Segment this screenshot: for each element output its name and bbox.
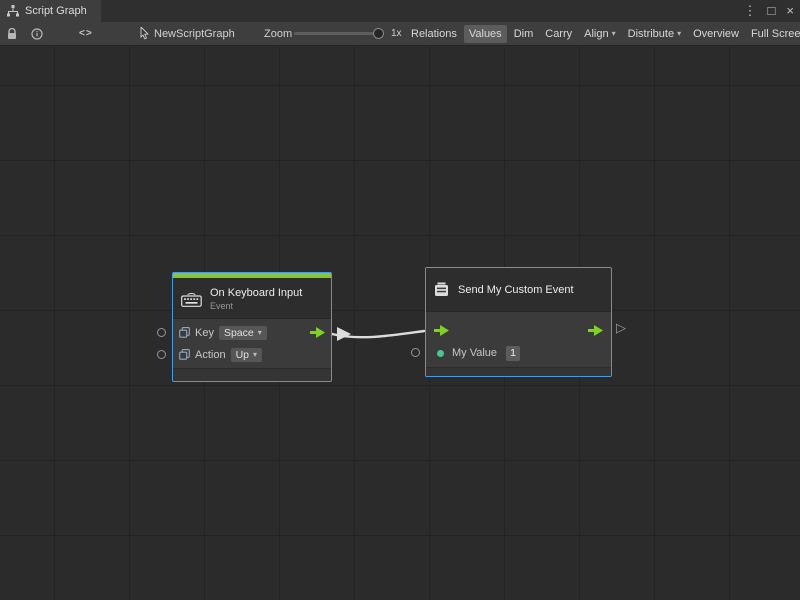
my-value-input[interactable] bbox=[506, 346, 520, 361]
my-value-port-row: My Value bbox=[434, 343, 603, 363]
key-input-port[interactable] bbox=[157, 328, 166, 337]
node-header[interactable]: Send My Custom Event bbox=[426, 268, 611, 312]
node-title: Send My Custom Event bbox=[458, 284, 574, 296]
keyboard-icon bbox=[181, 291, 202, 307]
action-input-port[interactable] bbox=[157, 350, 166, 359]
flow-port-row bbox=[434, 320, 603, 340]
overview-button[interactable]: Overview bbox=[688, 25, 744, 43]
node-footer bbox=[173, 368, 331, 382]
unit-icon bbox=[179, 327, 190, 338]
script-graph-icon bbox=[7, 5, 19, 17]
window-titlebar: Script Graph ⋮ □ × bbox=[0, 0, 800, 22]
action-dropdown[interactable]: Up ▾ bbox=[231, 348, 262, 362]
chevron-down-icon: ▾ bbox=[258, 328, 262, 337]
port-label: Key bbox=[195, 327, 214, 339]
toolbar-button-group: Relations Values Dim Carry Align ▾ Distr… bbox=[406, 22, 800, 45]
value-port-dot-icon[interactable] bbox=[437, 350, 444, 357]
node-header[interactable]: On Keyboard Input Event bbox=[173, 279, 331, 319]
flow-output-port-icon[interactable] bbox=[588, 325, 603, 336]
zoom-slider-knob[interactable] bbox=[373, 28, 384, 39]
key-port-row: Key Space ▾ bbox=[179, 323, 325, 342]
graph-toolbar: <> NewScriptGraph Zoom 1x Relations Valu… bbox=[0, 22, 800, 46]
chain-triangle-icon[interactable]: ▷ bbox=[616, 320, 626, 336]
tab-script-graph[interactable]: Script Graph bbox=[0, 0, 101, 22]
carry-button[interactable]: Carry bbox=[540, 25, 577, 43]
dim-button[interactable]: Dim bbox=[509, 25, 539, 43]
tab-label: Script Graph bbox=[25, 5, 87, 17]
zoom-label: Zoom bbox=[264, 22, 292, 45]
key-dropdown[interactable]: Space ▾ bbox=[219, 326, 267, 340]
maximize-icon[interactable]: □ bbox=[768, 0, 776, 22]
node-body: My Value bbox=[426, 312, 611, 367]
action-port-row: Action Up ▾ bbox=[179, 345, 325, 364]
graph-name: NewScriptGraph bbox=[154, 28, 235, 40]
node-footer bbox=[426, 367, 611, 377]
my-value-input-port[interactable] bbox=[411, 348, 420, 357]
port-label: My Value bbox=[452, 347, 497, 359]
node-subtitle: Event bbox=[210, 301, 302, 311]
distribute-button[interactable]: Distribute ▾ bbox=[623, 25, 686, 43]
flow-input-port-icon[interactable] bbox=[434, 325, 449, 336]
cursor-icon bbox=[140, 27, 149, 40]
align-button[interactable]: Align ▾ bbox=[579, 25, 620, 43]
info-icon[interactable] bbox=[31, 22, 43, 45]
graph-canvas[interactable]: ▷ On Keyboard Input Event bbox=[0, 47, 800, 600]
zoom-value: 1x bbox=[391, 22, 402, 45]
lock-icon[interactable] bbox=[7, 22, 17, 45]
flow-output-port-icon[interactable] bbox=[310, 327, 325, 338]
connection-arrow-icon bbox=[337, 327, 351, 341]
window-menu-icon[interactable]: ⋮ bbox=[744, 0, 757, 22]
graph-name-button[interactable]: NewScriptGraph bbox=[140, 22, 235, 45]
custom-event-icon bbox=[434, 282, 450, 297]
code-icon[interactable]: <> bbox=[79, 22, 93, 45]
zoom-slider-track[interactable] bbox=[294, 32, 384, 35]
chevron-down-icon: ▾ bbox=[612, 29, 616, 38]
wire-layer bbox=[0, 47, 800, 600]
unit-icon bbox=[179, 349, 190, 360]
port-label: Action bbox=[195, 349, 226, 361]
node-send-my-custom-event[interactable]: Send My Custom Event My Value bbox=[425, 267, 612, 377]
chevron-down-icon: ▾ bbox=[677, 29, 681, 38]
node-body: Key Space ▾ Action Up ▾ bbox=[173, 319, 331, 368]
node-title: On Keyboard Input bbox=[210, 287, 302, 299]
chevron-down-icon: ▾ bbox=[253, 350, 257, 359]
node-on-keyboard-input[interactable]: On Keyboard Input Event Key Space ▾ bbox=[172, 272, 332, 382]
relations-button[interactable]: Relations bbox=[406, 25, 462, 43]
values-button[interactable]: Values bbox=[464, 25, 507, 43]
close-icon[interactable]: × bbox=[786, 0, 794, 22]
fullscreen-button[interactable]: Full Screen bbox=[746, 25, 800, 43]
